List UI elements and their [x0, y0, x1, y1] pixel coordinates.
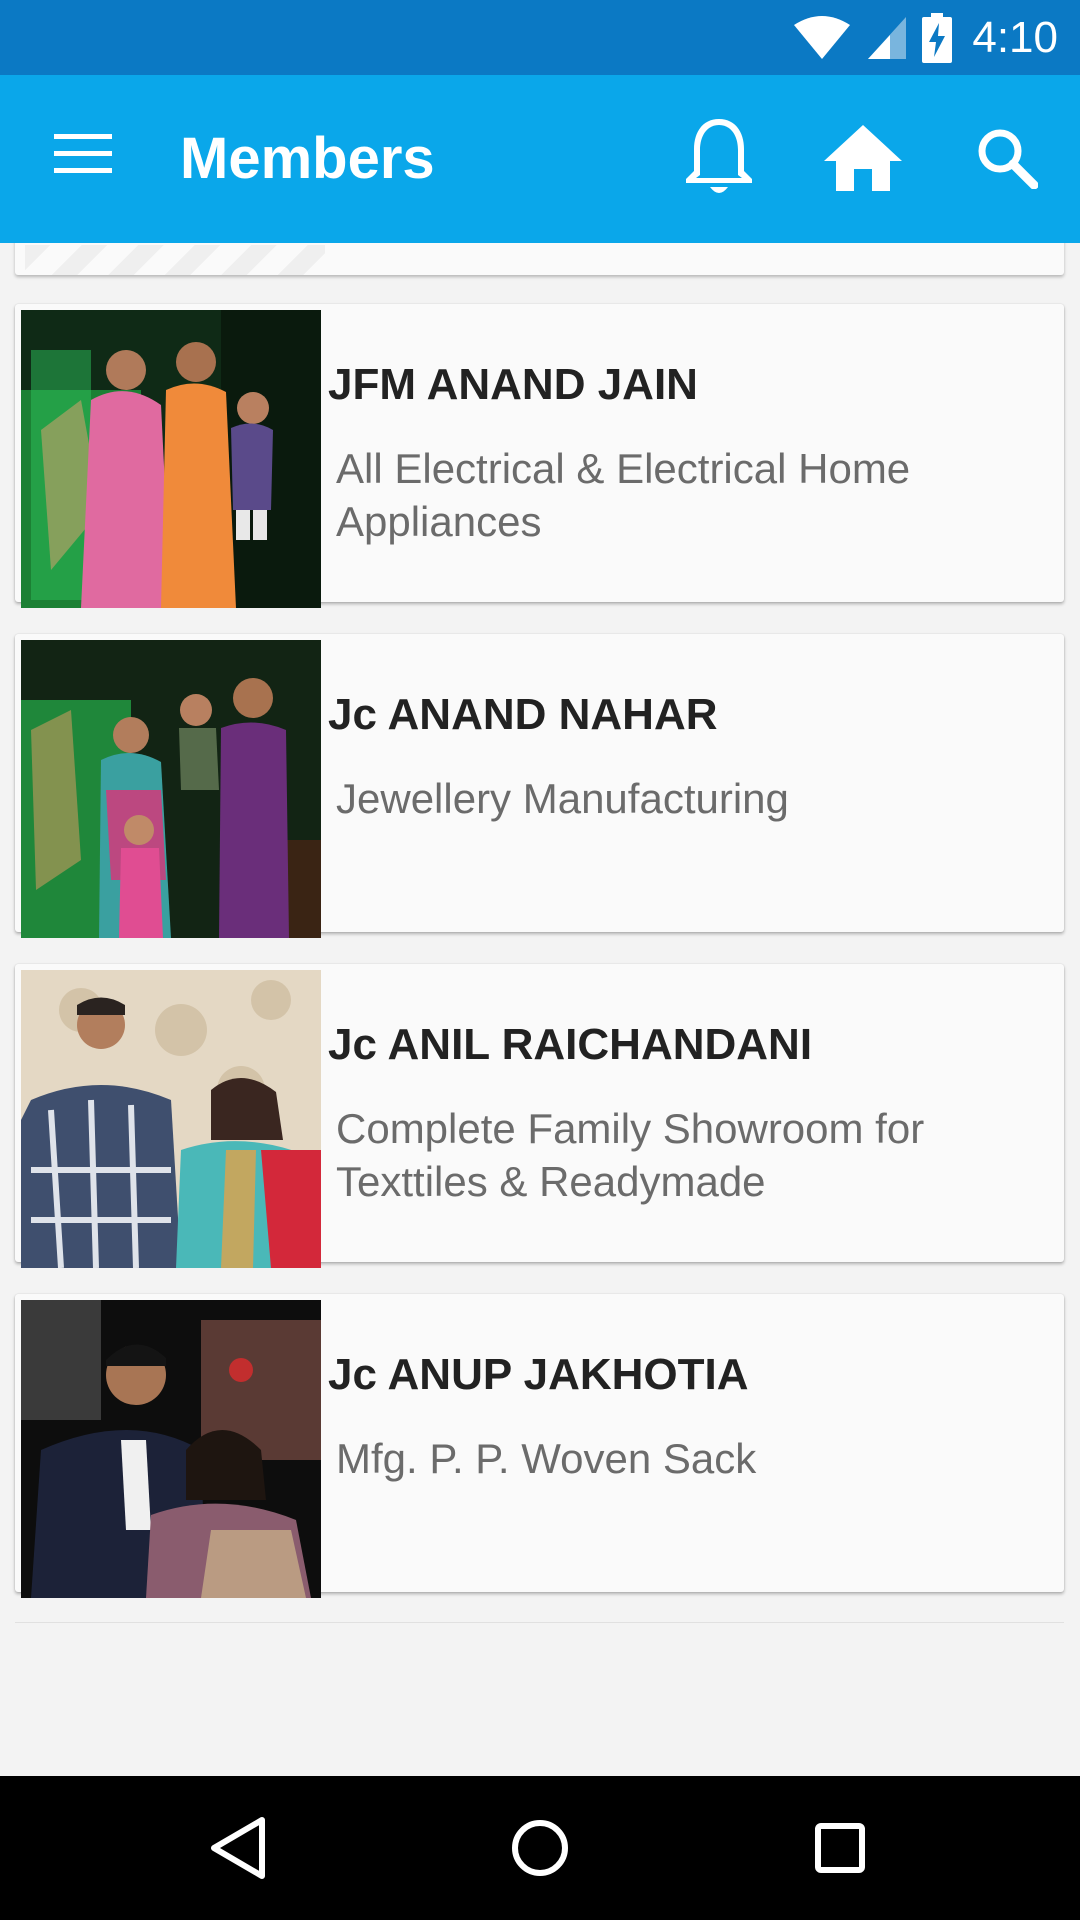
bell-icon[interactable] — [680, 115, 758, 199]
member-photo — [21, 310, 321, 608]
menu-icon[interactable] — [54, 130, 112, 178]
member-description: Complete Family Showroom for Texttiles &… — [336, 1105, 925, 1205]
battery-charging-icon — [922, 13, 953, 63]
member-name: Jc ANIL RAICHANDANI — [328, 1020, 813, 1069]
status-time: 4:10 — [972, 13, 1058, 62]
list-item[interactable] — [15, 243, 1064, 275]
member-description: Mfg. P. P. Woven Sack — [336, 1435, 757, 1482]
navigation-bar — [0, 1776, 1080, 1920]
member-card[interactable]: JFM ANAND JAIN All Electrical & Electric… — [15, 304, 1064, 608]
back-icon[interactable] — [204, 1812, 276, 1884]
member-card[interactable]: Jc ANUP JAKHOTIA Mfg. P. P. Woven Sack — [15, 1294, 1064, 1598]
member-description: Jewellery Manufacturing — [336, 775, 789, 822]
search-icon[interactable] — [976, 127, 1038, 189]
member-photo — [21, 1300, 321, 1598]
status-icons: 4:10 — [792, 12, 1058, 64]
member-card[interactable]: Jc ANIL RAICHANDANI Complete Family Show… — [15, 964, 1064, 1268]
wifi-icon — [794, 16, 851, 59]
status-bar: 4:10 — [0, 0, 1080, 75]
member-photo — [21, 640, 321, 938]
recents-icon[interactable] — [804, 1812, 876, 1884]
members-list[interactable]: JFM ANAND JAIN All Electrical & Electric… — [0, 243, 1080, 1776]
member-description: All Electrical & Electrical Home Applian… — [336, 445, 911, 545]
member-name: Jc ANAND NAHAR — [328, 690, 718, 739]
app-bar: Members — [0, 75, 1080, 243]
home-circle-icon[interactable] — [504, 1812, 576, 1884]
member-card[interactable]: Jc ANAND NAHAR Jewellery Manufacturing — [15, 634, 1064, 938]
home-icon[interactable] — [822, 123, 904, 193]
member-photo — [21, 970, 321, 1268]
placeholder-pattern — [25, 245, 325, 275]
member-name: JFM ANAND JAIN — [328, 360, 698, 409]
cell-signal-icon — [868, 17, 907, 59]
page-title: Members — [180, 126, 435, 191]
member-name: Jc ANUP JAKHOTIA — [328, 1350, 749, 1399]
list-divider — [15, 1622, 1064, 1623]
